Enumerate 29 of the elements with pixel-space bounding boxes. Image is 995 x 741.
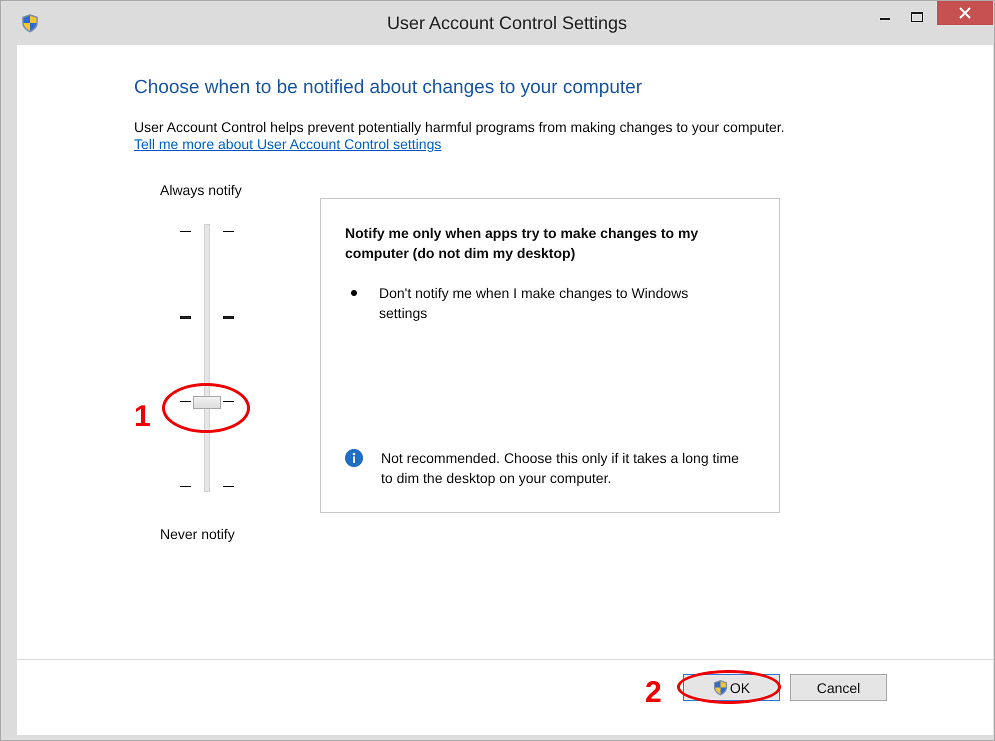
ok-button[interactable]: OK: [683, 674, 780, 701]
slider-top-label: Always notify: [160, 182, 242, 198]
window-title: User Account Control Settings: [386, 12, 628, 34]
cancel-button[interactable]: Cancel: [790, 674, 887, 701]
callout-number: 2: [645, 676, 662, 710]
help-link[interactable]: Tell me more about User Account Control settings: [134, 136, 442, 152]
info-icon: [345, 449, 363, 467]
bullet-text: Don't notify me when I make changes to Windows settings: [379, 284, 690, 323]
close-icon: [959, 7, 971, 19]
tick-mark: [180, 316, 191, 319]
tick-mark: [223, 316, 234, 319]
bullet-icon: [351, 290, 357, 296]
tick-mark: [223, 401, 234, 402]
callout-number: 1: [134, 400, 151, 434]
tick-mark: [223, 231, 234, 232]
slider-bottom-label: Never notify: [160, 526, 235, 542]
slider-thumb[interactable]: [193, 396, 221, 409]
tick-mark: [180, 231, 191, 232]
intro-text: User Account Control helps prevent potentially harmful programs from making changes to your computer.: [134, 119, 786, 135]
tick-mark: [180, 486, 191, 487]
maximize-icon: [911, 12, 923, 22]
shield-icon: [712, 679, 728, 696]
note-text: Not recommended. Choose this only if it takes a long time to dim the desktop on your computer.: [381, 449, 740, 488]
tick-mark: [223, 486, 234, 487]
page-heading: Choose when to be notified about changes to your computer: [134, 77, 644, 99]
close-button[interactable]: [937, 1, 993, 25]
tick-mark: [180, 401, 191, 402]
setting-title: Notify me only when apps try to make changes to my computer (do not dim my desktop): [345, 224, 700, 263]
shield-icon: [21, 13, 39, 33]
